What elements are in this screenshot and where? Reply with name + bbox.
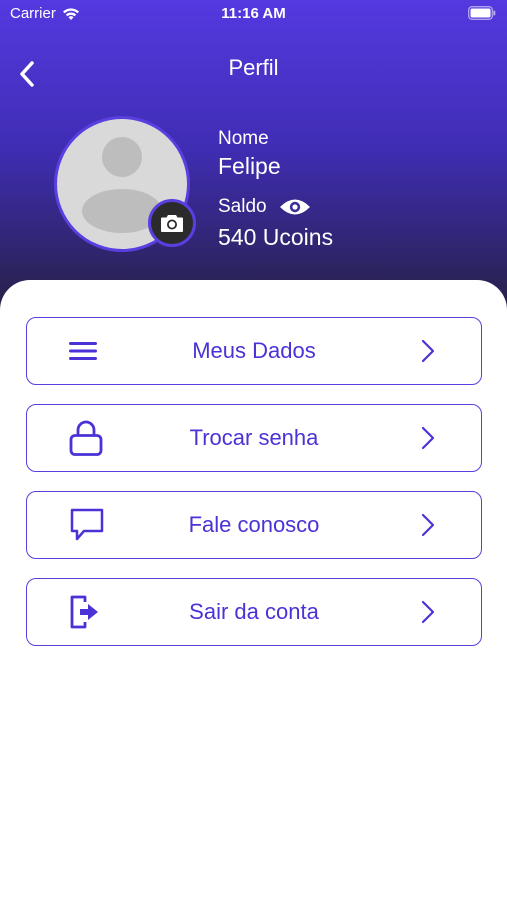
page-title: Perfil xyxy=(228,55,279,80)
change-photo-button[interactable] xyxy=(148,199,196,247)
battery-icon xyxy=(468,6,496,24)
chevron-right-icon xyxy=(421,600,435,624)
menu-item-label: Trocar senha xyxy=(189,425,319,450)
profile-info: Nome Felipe Saldo 540 Ucoins xyxy=(218,127,333,253)
chat-bubble-icon xyxy=(69,507,105,543)
status-bar: Carrier 11:16 AM xyxy=(0,0,507,28)
menu-item-sair-da-conta[interactable]: Sair da conta xyxy=(26,578,482,646)
name-label: Nome xyxy=(218,128,269,149)
menu-item-label: Sair da conta xyxy=(189,599,319,624)
logout-icon xyxy=(69,594,101,630)
menu-item-label: Meus Dados xyxy=(192,338,316,363)
menu-lines-icon xyxy=(69,340,97,362)
menu-item-fale-conosco[interactable]: Fale conosco xyxy=(26,491,482,559)
balance-value: 540 Ucoins xyxy=(218,224,334,250)
chevron-right-icon xyxy=(421,339,435,363)
camera-icon xyxy=(161,215,183,232)
menu-item-label: Fale conosco xyxy=(188,512,320,537)
lock-icon xyxy=(69,420,103,456)
balance-label: Saldo xyxy=(218,196,267,217)
menu-item-trocar-senha[interactable]: Trocar senha xyxy=(26,404,482,472)
balance-row: Saldo xyxy=(218,195,333,219)
clock: 11:16 AM xyxy=(221,5,286,22)
chevron-right-icon xyxy=(421,426,435,450)
avatar-container xyxy=(54,116,196,252)
eye-icon xyxy=(279,199,310,215)
user-name: Felipe xyxy=(218,153,281,179)
chevron-right-icon xyxy=(421,513,435,537)
toggle-balance-button[interactable] xyxy=(279,196,311,218)
menu-card: Meus Dados Trocar senha Fale conosco Sai… xyxy=(0,280,507,900)
menu-item-meus-dados[interactable]: Meus Dados xyxy=(26,317,482,385)
